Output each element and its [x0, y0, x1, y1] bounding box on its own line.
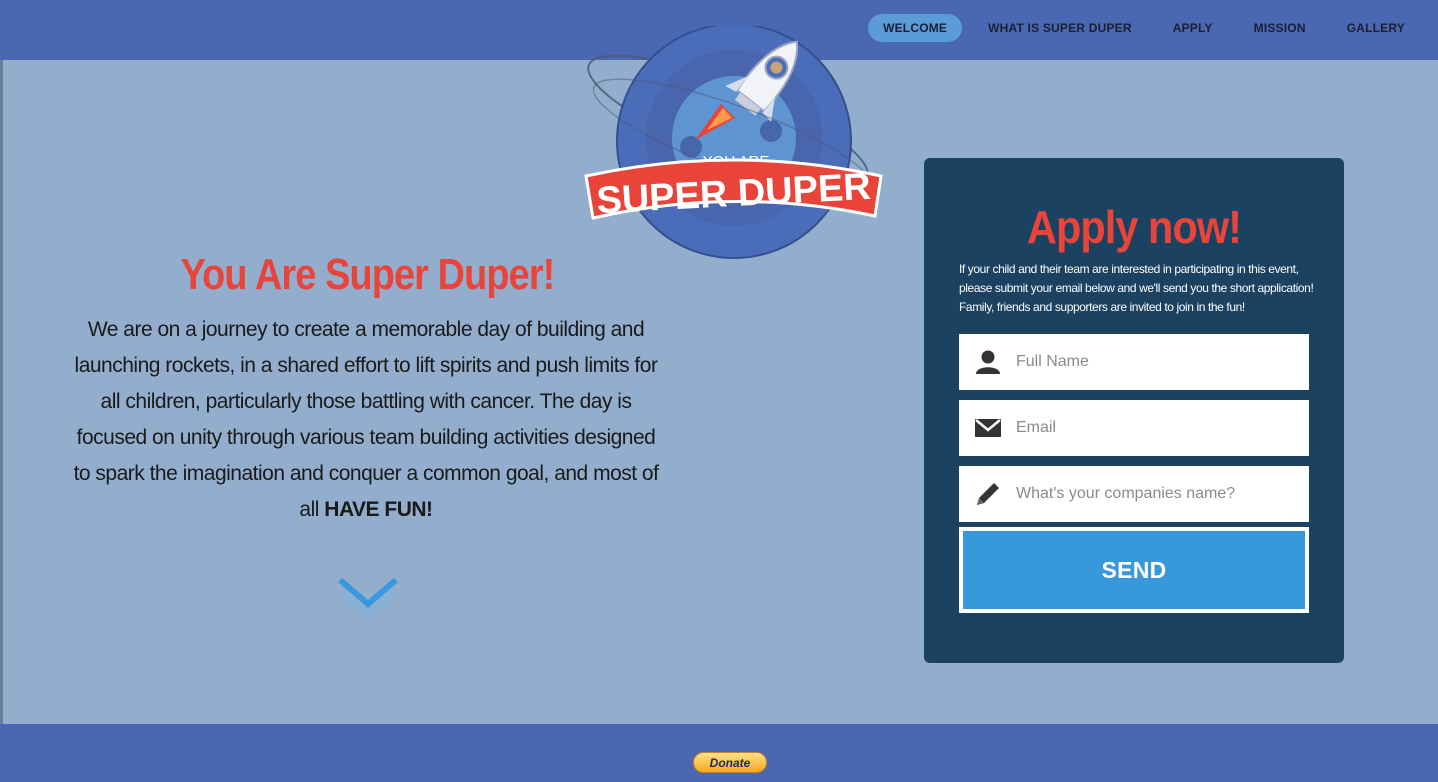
nav-item-gallery[interactable]: GALLERY — [1332, 14, 1420, 42]
apply-title: Apply now! — [1026, 201, 1242, 253]
apply-form-panel: Apply now! If your child and their team … — [924, 158, 1344, 663]
email-input[interactable] — [1016, 408, 1296, 448]
nav-menu: WELCOME WHAT IS SUPER DUPER APPLY MISSIO… — [857, 14, 1420, 42]
user-icon — [959, 334, 1016, 390]
email-field — [959, 400, 1309, 456]
pencil-icon — [959, 466, 1016, 522]
full-name-input[interactable] — [1016, 342, 1296, 382]
hero-have-fun-emphasis: HAVE FUN! — [324, 498, 433, 521]
hero-title: You Are Super Duper! — [180, 250, 556, 299]
super-duper-logo: YOU ARE SUPER DUPER — [584, 26, 883, 259]
send-button[interactable]: SEND — [959, 527, 1309, 613]
hero-description: We are on a journey to create a memorabl… — [66, 312, 666, 528]
donate-button[interactable]: Donate — [693, 752, 767, 773]
nav-item-mission[interactable]: MISSION — [1239, 14, 1321, 42]
nav-item-what-is-super-duper[interactable]: WHAT IS SUPER DUPER — [973, 14, 1147, 42]
footer-bar: Donate — [0, 724, 1438, 782]
envelope-icon — [959, 400, 1016, 456]
company-name-input[interactable] — [1016, 474, 1296, 514]
full-name-field — [959, 334, 1309, 390]
apply-description: If your child and their team are interes… — [959, 262, 1314, 314]
hero-description-body: We are on a journey to create a memorabl… — [73, 318, 659, 521]
nav-item-apply[interactable]: APPLY — [1158, 14, 1228, 42]
chevron-down-icon[interactable] — [336, 574, 400, 634]
left-edge-divider — [0, 60, 3, 724]
company-name-field — [959, 466, 1309, 522]
